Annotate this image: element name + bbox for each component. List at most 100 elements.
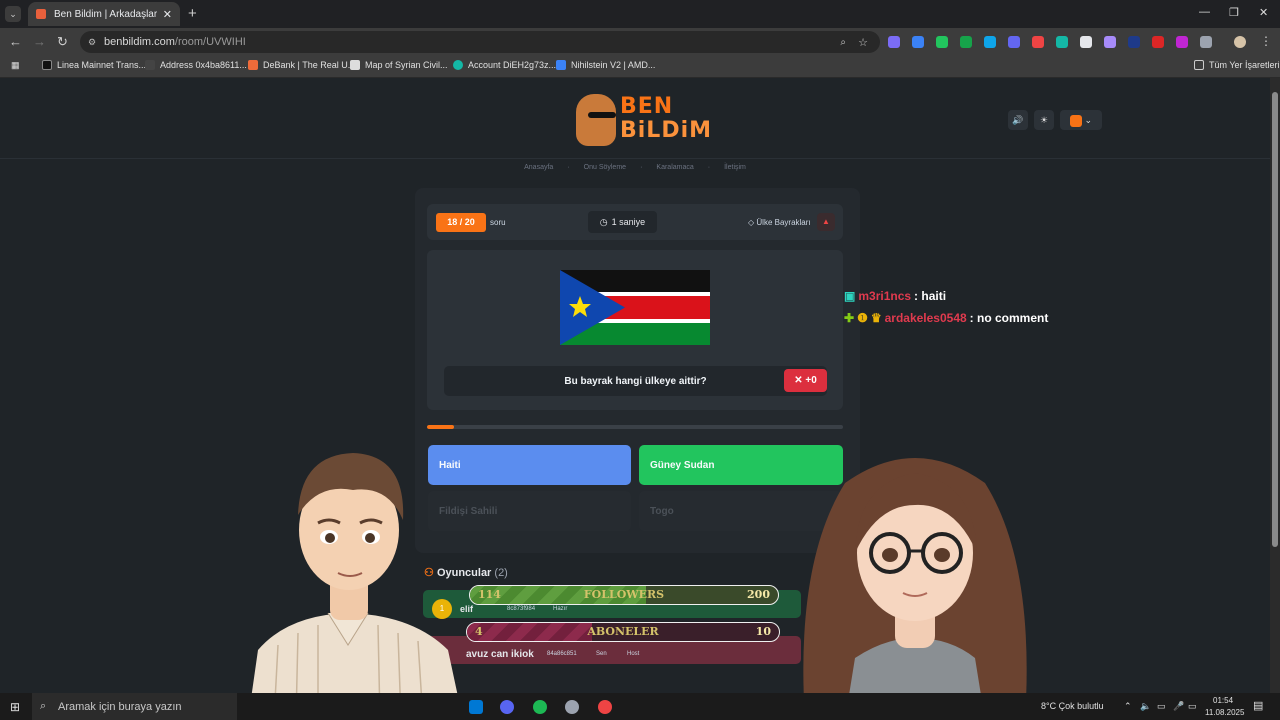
tab-search-dropdown[interactable]: ⌄ <box>5 6 21 22</box>
clock-icon: ◷ <box>599 216 608 227</box>
taskbar-app-icon[interactable] <box>565 700 579 714</box>
bookmark-item[interactable]: Linea Mainnet Trans... <box>42 60 146 70</box>
chat-username: m3ri1ncs <box>858 289 912 303</box>
extension-icon[interactable] <box>960 36 972 48</box>
subscribers-goal-bar: 4 ABONELER 10 <box>466 622 780 642</box>
extension-icon[interactable] <box>984 36 996 48</box>
chat-message: ▣ m3ri1ncs : haiti <box>844 289 946 303</box>
spotify-icon[interactable] <box>533 700 547 714</box>
tray-app-icon[interactable]: ▭ <box>1157 701 1166 712</box>
nav-link-karalamaca[interactable]: Karalamaca <box>656 164 693 176</box>
bookmark-star-icon[interactable]: ☆ <box>858 36 868 49</box>
url-host: benbildim.com <box>104 36 175 48</box>
new-tab-icon[interactable]: + <box>188 5 197 22</box>
time-progress-fill <box>427 425 455 429</box>
chat-badge-icon: ❶ <box>857 311 868 325</box>
nav-link-home[interactable]: Anasayfa <box>524 164 553 176</box>
network-icon[interactable]: ▭ <box>1188 701 1197 712</box>
bookmark-item[interactable]: Nihilstein V2 | AMD... <box>556 60 655 70</box>
crown-icon: ♛ <box>870 311 882 325</box>
bookmark-item[interactable]: Address 0x4ba8611... <box>145 60 247 70</box>
address-bar[interactable]: ⚙ benbildim.com/room/UVWIHI ☆ ⌕ <box>80 31 880 53</box>
mascot-image <box>576 94 616 146</box>
score-badge: ✕ +0 <box>784 369 827 392</box>
browser-tab-bar: ⌄ Ben Bildim | Arkadaşlarınla Onli ✕ + —… <box>0 0 1280 28</box>
site-logo[interactable]: BEN BiLDiM <box>570 90 711 150</box>
time-progress-bar <box>427 425 843 429</box>
followers-goal: 200 <box>747 588 770 601</box>
player-id: 8c873f984 <box>507 606 536 612</box>
chat-message: ✚ ❶ ♛ ardakeles0548 : no comment <box>844 311 1048 325</box>
extension-icon[interactable] <box>912 36 924 48</box>
url-path: /room/UVWIHI <box>174 36 246 48</box>
profile-avatar[interactable] <box>1234 36 1246 48</box>
volume-icon[interactable]: 🔈 <box>1140 701 1151 712</box>
player-tag-you: Sen <box>596 651 607 657</box>
chrome-icon[interactable] <box>598 700 612 714</box>
extensions-puzzle-icon[interactable] <box>1200 36 1212 48</box>
tag-icon: ◇ <box>748 218 755 227</box>
extension-icon[interactable] <box>1104 36 1116 48</box>
browser-toolbar: ← → ↻ ⚙ benbildim.com/room/UVWIHI ☆ ⌕ ⋮ <box>0 28 1280 56</box>
nav-link-iletisim[interactable]: İletişim <box>724 164 746 176</box>
clock-time[interactable]: 01:54 <box>1213 696 1233 705</box>
logo-text-bottom: BiLDiM <box>620 118 713 143</box>
bookmark-item[interactable]: Map of Syrian Civil... <box>350 60 448 70</box>
close-window-icon[interactable]: ✕ <box>1259 6 1268 19</box>
all-bookmarks-folder[interactable]: Tüm Yer İşaretleri <box>1194 60 1280 70</box>
taskbar-app-icon[interactable] <box>469 700 483 714</box>
site-info-icon[interactable]: ⚙ <box>88 37 96 48</box>
extension-icon[interactable] <box>1128 36 1140 48</box>
report-warning-button[interactable]: ▲ <box>817 213 835 231</box>
tray-chevron-icon[interactable]: ⌃ <box>1124 701 1132 712</box>
extension-icon[interactable] <box>1176 36 1188 48</box>
user-menu-dropdown[interactable]: ⌄ <box>1060 110 1102 130</box>
timer-badge: ◷ 1 saniye <box>588 211 657 233</box>
nav-link-onu-soyleme[interactable]: Onu Söyleme <box>584 164 626 176</box>
back-icon[interactable]: ← <box>9 34 22 49</box>
player-id: 84a86c851 <box>547 651 577 657</box>
extension-icon[interactable] <box>1032 36 1044 48</box>
minimize-icon[interactable]: — <box>1199 6 1210 18</box>
taskbar-search-input[interactable]: ⌕ Aramak için buraya yazın <box>32 693 237 720</box>
microphone-icon[interactable]: 🎤 <box>1173 701 1184 712</box>
restore-icon[interactable]: ❐ <box>1229 6 1239 19</box>
extension-icon[interactable] <box>1080 36 1092 48</box>
forward-icon[interactable]: → <box>33 34 46 49</box>
extension-icon[interactable] <box>1008 36 1020 48</box>
scrollbar-thumb[interactable] <box>1272 92 1278 547</box>
category-label: ◇ Ülke Bayrakları <box>748 218 811 227</box>
chat-badge-icon: ▣ <box>844 289 856 303</box>
apps-grid-icon[interactable]: ▦ <box>11 60 20 71</box>
player-name: avuz can ikiok <box>466 649 534 660</box>
bookmark-item[interactable]: DeBank | The Real U... <box>248 60 355 70</box>
weather-widget[interactable]: 8°C Çok bulutlu <box>1041 701 1104 711</box>
discord-icon[interactable] <box>500 700 514 714</box>
extension-icon[interactable] <box>888 36 900 48</box>
extension-icon[interactable] <box>1056 36 1068 48</box>
question-text: Bu bayrak hangi ülkeye aittir? <box>444 366 827 396</box>
main-nav: Anasayfa · Onu Söyleme · Karalamaca · İleti… <box>0 158 1270 176</box>
page-scrollbar[interactable] <box>1270 78 1280 693</box>
subscribers-goal: 10 <box>755 625 771 638</box>
extension-icon[interactable] <box>1152 36 1164 48</box>
zoom-icon[interactable]: ⌕ <box>840 37 846 48</box>
tab-title: Ben Bildim | Arkadaşlarınla Onli <box>54 8 157 20</box>
followers-goal-bar: 114 FOLLOWERS 200 <box>469 585 779 605</box>
male-avatar-image <box>248 453 463 720</box>
theme-toggle-icon[interactable]: ☀ <box>1034 110 1054 130</box>
browser-tab[interactable]: Ben Bildim | Arkadaşlarınla Onli ✕ <box>28 2 180 26</box>
close-tab-icon[interactable]: ✕ <box>163 8 172 21</box>
extension-icon[interactable] <box>936 36 948 48</box>
sound-toggle-icon[interactable]: 🔊 <box>1008 110 1028 130</box>
reload-icon[interactable]: ↻ <box>57 34 68 50</box>
menu-kebab-icon[interactable]: ⋮ <box>1260 34 1272 48</box>
bookmarks-bar: ▦ Linea Mainnet Trans... Address 0x4ba86… <box>0 56 1280 78</box>
clock-date[interactable]: 11.08.2025 <box>1205 708 1244 717</box>
question-word-label: soru <box>490 218 506 227</box>
windows-start-icon[interactable]: ⊞ <box>10 700 20 714</box>
chat-text: : haiti <box>914 289 947 303</box>
bookmark-item[interactable]: Account DiEH2g73z... <box>453 60 556 70</box>
subscribers-label: ABONELER <box>587 625 659 638</box>
notifications-icon[interactable]: ▤ <box>1253 699 1263 712</box>
